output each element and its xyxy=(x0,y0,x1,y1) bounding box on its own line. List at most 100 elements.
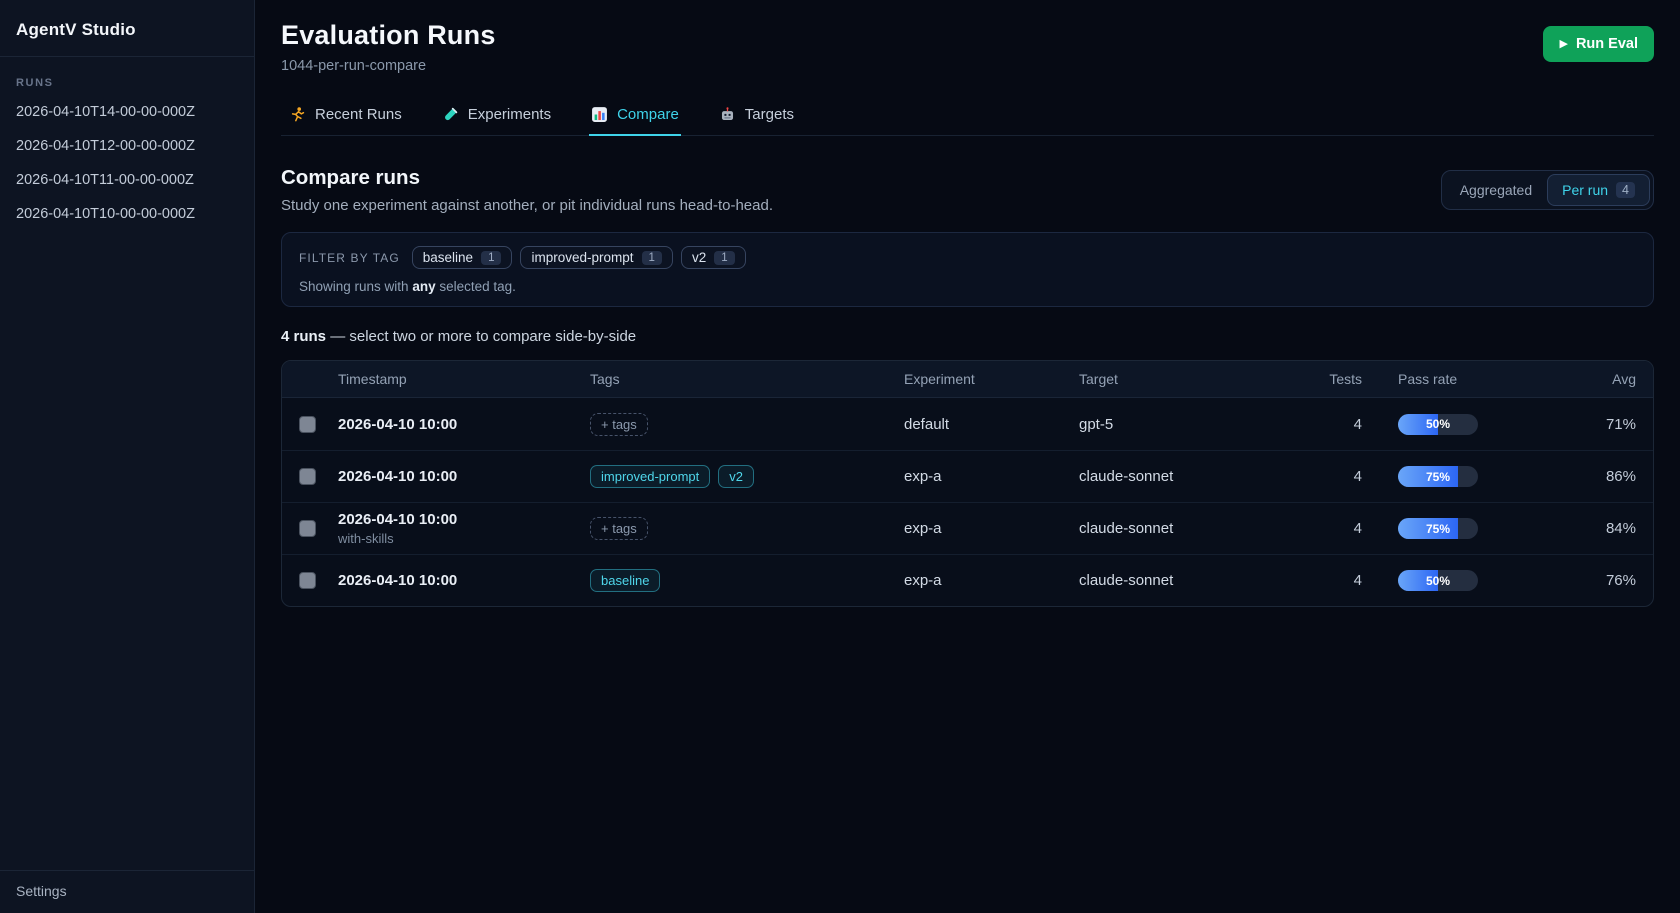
table-row[interactable]: 2026-04-10 10:00+ tagsdefaultgpt-5450%71… xyxy=(282,398,1653,450)
per-run-count-badge: 4 xyxy=(1616,182,1635,198)
tab-label: Recent Runs xyxy=(315,106,402,123)
sidebar: AgentV Studio RUNS 2026-04-10T14-00-00-0… xyxy=(0,0,255,913)
header-cell-experiment: Experiment xyxy=(904,363,1079,395)
cell-avg: 86% xyxy=(1512,460,1653,493)
filter-tag-list: baseline1improved-prompt1v21 xyxy=(412,246,746,269)
toggle-option-per-run[interactable]: Per run 4 xyxy=(1547,174,1650,206)
cell-tags: improved-prompt v2 xyxy=(590,457,904,496)
filter-tag-count: 1 xyxy=(481,251,501,265)
sidebar-item-run[interactable]: 2026-04-10T10-00-00-000Z xyxy=(0,197,254,231)
tab-targets[interactable]: Targets xyxy=(717,100,796,136)
cell-tests: 4 xyxy=(1284,564,1362,597)
pass-rate-bar: 50% xyxy=(1398,570,1478,591)
toggle-option-aggregated[interactable]: Aggregated xyxy=(1445,174,1547,206)
header-cell-tags: Tags xyxy=(590,363,904,395)
runs-section-label: RUNS xyxy=(0,57,254,95)
header-cell-target: Target xyxy=(1079,363,1284,395)
tab-recent-runs[interactable]: Recent Runs xyxy=(287,100,404,136)
cell-timestamp: 2026-04-10 10:00 xyxy=(338,564,590,597)
tab-experiments[interactable]: Experiments xyxy=(440,100,553,136)
cell-experiment: exp-a xyxy=(904,460,1079,493)
sidebar-item-run[interactable]: 2026-04-10T14-00-00-000Z xyxy=(0,95,254,129)
row-checkbox[interactable] xyxy=(299,468,316,485)
cell-avg: 84% xyxy=(1512,512,1653,545)
cell-tests: 4 xyxy=(1284,460,1362,493)
table-row[interactable]: 2026-04-10 10:00with-skills+ tagsexp-acl… xyxy=(282,502,1653,554)
page-title: Evaluation Runs xyxy=(281,20,496,51)
cell-tests: 4 xyxy=(1284,512,1362,545)
bar-chart-icon xyxy=(591,106,608,123)
cell-select xyxy=(282,460,338,493)
tag-chip-improved-prompt: improved-prompt xyxy=(590,465,710,488)
main-content: Evaluation Runs 1044-per-run-compare ▶ R… xyxy=(255,0,1680,913)
filter-tag-count: 1 xyxy=(642,251,662,265)
run-eval-button[interactable]: ▶ Run Eval xyxy=(1543,26,1654,62)
cell-experiment: default xyxy=(904,408,1079,441)
filter-tag-baseline[interactable]: baseline 1 xyxy=(412,246,513,269)
filter-tag-name: v2 xyxy=(692,250,706,265)
cell-target: claude-sonnet xyxy=(1079,564,1284,597)
filter-tag-name: baseline xyxy=(423,250,473,265)
table-row[interactable]: 2026-04-10 10:00improved-prompt v2 exp-acl… xyxy=(282,450,1653,502)
cell-pass-rate: 50% xyxy=(1362,406,1512,443)
cell-target: gpt-5 xyxy=(1079,408,1284,441)
table-row[interactable]: 2026-04-10 10:00baseline exp-aclaude-sonn… xyxy=(282,554,1653,606)
filter-note: Showing runs with any selected tag. xyxy=(299,279,1636,294)
page-subtitle: 1044-per-run-compare xyxy=(281,58,496,74)
pass-rate-label: 75% xyxy=(1398,466,1478,487)
cell-select xyxy=(282,564,338,597)
header-cell-timestamp: Timestamp xyxy=(338,363,590,395)
add-tags-button[interactable]: + tags xyxy=(590,413,648,436)
filter-tag-improved-prompt[interactable]: improved-prompt1 xyxy=(520,246,672,269)
filter-tag-v2[interactable]: v2 1 xyxy=(681,246,746,269)
run-timestamp: 2026-04-10 10:00 xyxy=(338,468,590,485)
cell-pass-rate: 75% xyxy=(1362,510,1512,547)
header-cell-tests: Tests xyxy=(1284,363,1362,395)
tab-label: Compare xyxy=(617,106,679,123)
pass-rate-label: 75% xyxy=(1398,518,1478,539)
cell-target: claude-sonnet xyxy=(1079,460,1284,493)
table-body: 2026-04-10 10:00+ tagsdefaultgpt-5450%71… xyxy=(282,398,1653,606)
runner-icon xyxy=(289,106,306,123)
filter-tag-count: 1 xyxy=(714,251,734,265)
row-checkbox[interactable] xyxy=(299,416,316,433)
row-checkbox[interactable] xyxy=(299,572,316,589)
tab-bar: Recent Runs Experiments Compare Targets xyxy=(281,100,1654,136)
filter-by-tag-card: FILTER BY TAG baseline1improved-prompt1v… xyxy=(281,232,1654,307)
header-cell-pass-rate: Pass rate xyxy=(1362,363,1512,395)
runs-table: TimestampTagsExperimentTargetTestsPass r… xyxy=(281,360,1654,607)
pass-rate-bar: 50% xyxy=(1398,414,1478,435)
sidebar-item-run[interactable]: 2026-04-10T12-00-00-000Z xyxy=(0,129,254,163)
pass-rate-label: 50% xyxy=(1398,414,1478,435)
runs-count: 4 runs xyxy=(281,328,326,345)
header-cell-avg: Avg xyxy=(1512,363,1653,395)
row-checkbox[interactable] xyxy=(299,520,316,537)
cell-tags: + tags xyxy=(590,509,904,548)
cell-timestamp: 2026-04-10 10:00 xyxy=(338,460,590,493)
run-timestamp: 2026-04-10 10:00 xyxy=(338,572,590,589)
run-eval-label: Run Eval xyxy=(1576,36,1638,52)
compare-runs-description: Study one experiment against another, or… xyxy=(281,197,773,214)
cell-avg: 76% xyxy=(1512,564,1653,597)
sidebar-item-settings[interactable]: Settings xyxy=(0,871,254,913)
tab-compare[interactable]: Compare xyxy=(589,100,681,136)
play-icon: ▶ xyxy=(1559,39,1567,50)
run-timestamp: 2026-04-10 10:00 xyxy=(338,511,590,528)
cell-pass-rate: 75% xyxy=(1362,458,1512,495)
run-subtitle: with-skills xyxy=(338,531,590,546)
cell-timestamp: 2026-04-10 10:00 xyxy=(338,408,590,441)
cell-avg: 71% xyxy=(1512,408,1653,441)
pass-rate-label: 50% xyxy=(1398,570,1478,591)
pass-rate-bar: 75% xyxy=(1398,518,1478,539)
cell-select xyxy=(282,408,338,441)
cell-tags: baseline xyxy=(590,561,904,600)
tag-chip-baseline: baseline xyxy=(590,569,660,592)
cell-timestamp: 2026-04-10 10:00 with-skills xyxy=(338,503,590,554)
test-tube-icon xyxy=(442,106,459,123)
tag-chip-v2: v2 xyxy=(718,465,754,488)
sidebar-item-run[interactable]: 2026-04-10T11-00-00-000Z xyxy=(0,163,254,197)
cell-pass-rate: 50% xyxy=(1362,562,1512,599)
tab-label: Experiments xyxy=(468,106,551,123)
cell-experiment: exp-a xyxy=(904,564,1079,597)
add-tags-button[interactable]: + tags xyxy=(590,517,648,540)
